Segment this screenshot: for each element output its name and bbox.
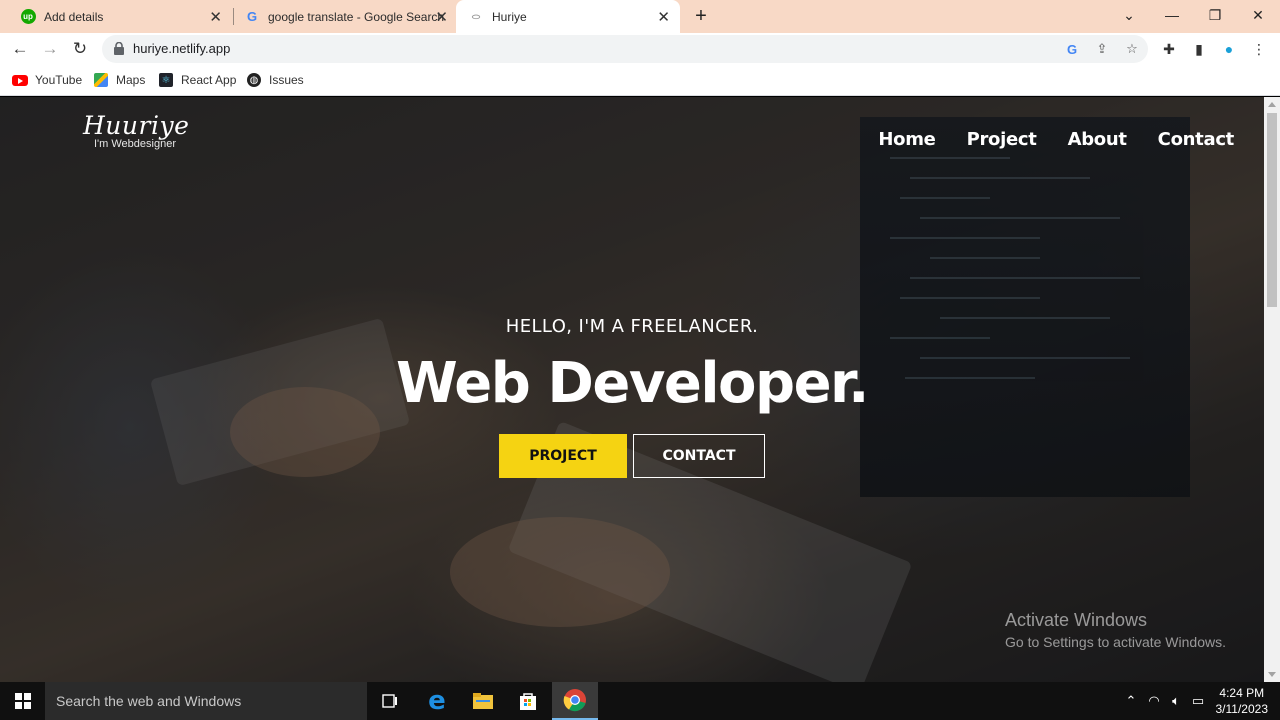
nav-about[interactable]: About — [1068, 129, 1127, 150]
google-lens-icon[interactable]: G — [1063, 40, 1081, 58]
file-explorer-icon[interactable] — [460, 682, 506, 720]
logo-tagline: I'm Webdesigner — [94, 138, 176, 150]
bookmark-react-app[interactable]: ⚛ React App — [158, 72, 236, 88]
bookmark-label: React App — [181, 73, 237, 87]
project-button[interactable]: PROJECT — [499, 434, 627, 478]
share-icon[interactable]: ⇪ — [1093, 40, 1111, 58]
bookmark-label: Maps — [116, 73, 146, 87]
volume-icon[interactable]: 🔈︎ — [1166, 682, 1186, 720]
nav-contact[interactable]: Contact — [1158, 129, 1235, 150]
extensions-icon[interactable]: ✚ — [1159, 39, 1179, 59]
bookmark-label: YouTube — [35, 73, 83, 87]
notification-icon[interactable]: ▭ — [1188, 682, 1208, 720]
scroll-down-icon[interactable] — [1268, 672, 1276, 677]
address-bar[interactable]: huriye.netlify.app G ⇪ ☆ — [102, 35, 1148, 63]
tab-title: Huriye — [492, 9, 527, 24]
page-scrollbar[interactable] — [1264, 97, 1280, 682]
tab-google-translate[interactable]: G google translate - Google Search ✕ — [234, 0, 454, 33]
globe-icon: ◍ — [246, 72, 262, 88]
watermark-subtitle: Go to Settings to activate Windows. — [1005, 634, 1226, 650]
tab-add-details[interactable]: up Add details ✕ — [8, 0, 232, 33]
google-icon: G — [246, 9, 258, 24]
hero-title: Web Developer. — [396, 351, 869, 416]
browser-toolbar: ← → ↻ huriye.netlify.app G ⇪ ☆ ✚ ▮ ● ⋮ — [0, 33, 1280, 65]
lock-icon — [114, 42, 124, 55]
close-tab-icon[interactable]: ✕ — [209, 8, 222, 26]
new-tab-button[interactable]: + — [690, 5, 712, 27]
task-view-icon[interactable] — [367, 682, 413, 720]
page-icon: ㇣ — [470, 11, 482, 24]
watermark-title: Activate Windows — [1005, 610, 1148, 630]
clock-time: 4:24 PM — [1219, 686, 1265, 700]
react-icon: ⚛ — [158, 72, 174, 88]
maps-icon — [93, 72, 109, 88]
hero-subtitle: HELLO, I'M A FREELANCER. — [505, 316, 759, 337]
activate-windows-watermark: Activate Windows Go to Settings to activ… — [1005, 610, 1226, 650]
back-icon[interactable]: ← — [8, 37, 32, 61]
menu-icon[interactable]: ⋮ — [1249, 39, 1269, 59]
main-nav: Home Project About Contact — [878, 129, 1234, 150]
close-tab-icon[interactable]: ✕ — [657, 8, 670, 26]
clock-date: 3/11/2023 — [1215, 702, 1269, 716]
network-icon[interactable]: ◠ — [1144, 682, 1164, 720]
nav-project[interactable]: Project — [967, 129, 1037, 150]
contact-button[interactable]: CONTACT — [633, 434, 765, 478]
tab-strip: up Add details ✕ G google translate - Go… — [0, 0, 1280, 33]
profile-icon[interactable]: ● — [1219, 39, 1239, 59]
minimize-button[interactable]: — — [1150, 0, 1194, 30]
bookmark-youtube[interactable]: YouTube — [12, 72, 82, 88]
start-button[interactable] — [0, 682, 45, 720]
tab-title: Add details — [44, 9, 104, 24]
site-logo[interactable]: Huuriye I'm Webdesigner — [83, 111, 189, 150]
youtube-icon — [12, 72, 28, 88]
taskbar-clock[interactable]: 4:24 PM 3/11/2023 — [1216, 685, 1269, 717]
url-text: huriye.netlify.app — [133, 41, 231, 56]
bookmark-issues[interactable]: ◍ Issues — [246, 72, 304, 88]
upwork-icon: up — [20, 9, 36, 25]
store-icon[interactable] — [505, 682, 551, 720]
windows-taskbar: Search the web and Windows e ⌃ ◠ 🔈︎ ▭ 4:… — [0, 682, 1280, 720]
scroll-thumb[interactable] — [1267, 113, 1277, 307]
taskbar-search-box[interactable]: Search the web and Windows — [45, 682, 367, 720]
edge-browser-icon[interactable]: e — [414, 682, 460, 720]
scroll-up-icon[interactable] — [1268, 102, 1276, 107]
forward-icon[interactable]: → — [38, 37, 62, 61]
logo-name: Huuriye — [83, 111, 190, 140]
close-window-button[interactable]: ✕ — [1236, 0, 1280, 30]
windows-logo-icon — [14, 693, 31, 709]
close-tab-icon[interactable]: ✕ — [435, 8, 448, 26]
chrome-icon[interactable] — [552, 682, 598, 720]
side-panel-icon[interactable]: ▮ — [1189, 39, 1209, 59]
reload-icon[interactable]: ↻ — [68, 37, 92, 61]
bookmark-star-icon[interactable]: ☆ — [1123, 40, 1141, 58]
bookmark-label: Issues — [269, 73, 304, 87]
bookmark-maps[interactable]: Maps — [93, 72, 145, 88]
hero-section: Huuriye I'm Webdesigner Home Project Abo… — [0, 97, 1264, 682]
bookmarks-bar: YouTube Maps ⚛ React App ◍ Issues — [0, 65, 1280, 96]
nav-home[interactable]: Home — [878, 129, 936, 150]
tab-search-icon[interactable]: ⌄ — [1107, 0, 1151, 30]
show-hidden-icons[interactable]: ⌃ — [1122, 682, 1140, 720]
tab-huriye[interactable]: ㇣ Huriye ✕ — [456, 0, 680, 33]
restore-button[interactable]: ❐ — [1193, 0, 1237, 30]
tab-title: google translate - Google Search — [268, 9, 445, 24]
